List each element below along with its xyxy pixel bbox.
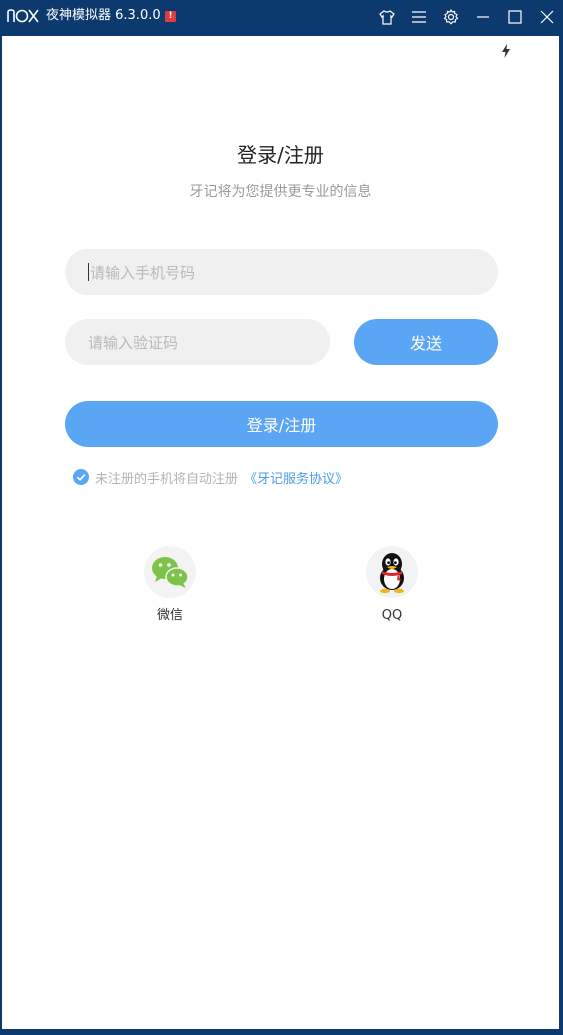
phone-input[interactable]: 请输入手机号码: [65, 249, 498, 295]
shirt-icon: [379, 9, 395, 25]
menu-icon: [412, 11, 426, 23]
settings-button[interactable]: [440, 6, 462, 28]
nox-logo: [7, 9, 39, 23]
minimize-button[interactable]: [472, 6, 494, 28]
close-button[interactable]: [536, 6, 558, 28]
qq-penguin-icon: [380, 553, 404, 594]
wechat-login[interactable]: 微信: [140, 546, 200, 625]
maximize-icon: [508, 10, 522, 24]
wechat-icon: [152, 557, 189, 588]
app-title: 夜神模拟器 6.3.0.0: [46, 8, 161, 23]
wechat-icon-wrapper[interactable]: [144, 546, 196, 598]
gear-icon: [443, 9, 459, 25]
charging-bolt-icon: [502, 44, 510, 58]
verification-code-input[interactable]: 请输入验证码: [65, 319, 330, 365]
service-agreement-link[interactable]: 《牙记服务协议》: [244, 468, 348, 487]
maximize-button[interactable]: [504, 6, 526, 28]
login-register-button[interactable]: 登录/注册: [65, 401, 498, 447]
menu-button[interactable]: [408, 6, 430, 28]
qq-login[interactable]: QQ: [362, 546, 422, 625]
wechat-label: 微信: [156, 608, 183, 623]
agreement-row: 未注册的手机将自动注册 《牙记服务协议》: [73, 468, 348, 487]
qq-label: QQ: [381, 608, 403, 623]
text-cursor: [88, 263, 89, 281]
alert-badge[interactable]: !: [165, 11, 176, 22]
minimize-icon: [477, 16, 489, 18]
emulator-window: 夜神模拟器 6.3.0.0 ! 登录/注册 牙记将为您提供更专业的信息 请输入手…: [0, 0, 563, 1035]
page-subtitle: 牙记将为您提供更专业的信息: [189, 184, 372, 200]
qq-icon-wrapper[interactable]: [366, 546, 418, 598]
checkbox-checked-icon[interactable]: [73, 469, 89, 485]
code-placeholder: 请输入验证码: [88, 333, 179, 352]
page-title: 登录/注册: [237, 143, 324, 167]
app-screen: 登录/注册 牙记将为您提供更专业的信息 请输入手机号码 请输入验证码 发送 登录…: [2, 36, 559, 1029]
agreement-text: 未注册的手机将自动注册: [95, 471, 239, 487]
title-bar: 夜神模拟器 6.3.0.0 !: [0, 0, 563, 35]
phone-placeholder: 请输入手机号码: [90, 263, 196, 282]
send-code-button[interactable]: 发送: [354, 319, 498, 365]
skin-button[interactable]: [376, 6, 398, 28]
close-icon: [540, 10, 554, 24]
